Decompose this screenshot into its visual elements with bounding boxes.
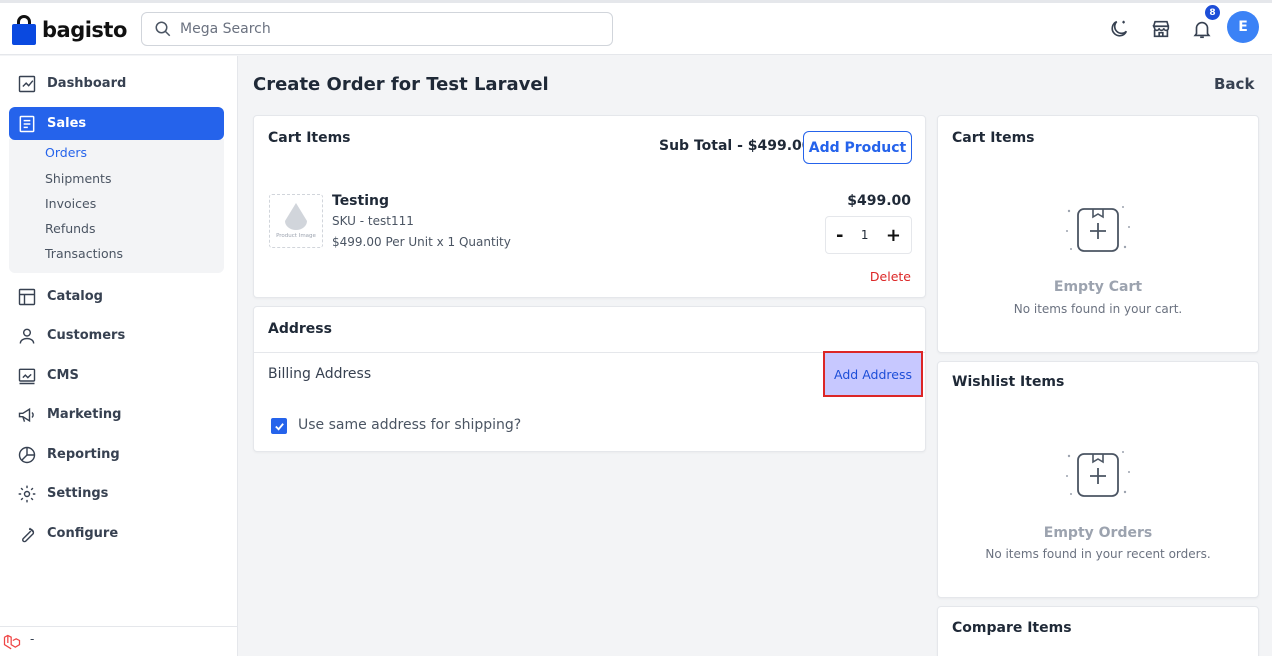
notification-badge: 8 [1204, 4, 1221, 21]
qty-increase-button[interactable]: + [886, 225, 901, 246]
card-title: Cart Items [268, 130, 351, 146]
sidebar-item-reporting[interactable]: Reporting [9, 438, 224, 471]
compare-card: Compare Items [937, 606, 1259, 656]
sidebar-item-label: Settings [47, 486, 109, 501]
search-input[interactable] [180, 21, 580, 37]
checkmark-icon [274, 422, 284, 431]
sidebar-item-label: Marketing [47, 407, 122, 422]
reporting-icon [18, 446, 36, 463]
megaphone-icon [18, 407, 34, 422]
catalog-icon [18, 288, 36, 305]
logo[interactable]: bagisto [12, 13, 127, 47]
subtotal-text: Sub Total - $499.00 [659, 138, 812, 154]
product-unit-text: $499.00 Per Unit x 1 Quantity [332, 235, 511, 249]
quantity-stepper: - 1 + [825, 216, 912, 254]
back-button[interactable]: Back [1214, 75, 1254, 93]
sales-submenu: Orders Shipments Invoices Refunds Transa… [9, 139, 224, 273]
wishlist-card: Wishlist Items Empty Orders No items fou… [937, 361, 1259, 598]
bell-icon[interactable] [1191, 18, 1213, 40]
empty-cart-subtitle: No items found in your cart. [1013, 302, 1183, 316]
storefront-icon[interactable] [1150, 18, 1172, 40]
top-header: bagisto [0, 3, 1272, 55]
sidebar-item-cms[interactable]: CMS [9, 359, 224, 392]
submenu-refunds[interactable]: Refunds [45, 221, 96, 236]
image-placeholder-icon [285, 203, 307, 230]
laravel-icon[interactable] [2, 633, 22, 653]
product-price: $499.00 [847, 193, 911, 209]
sales-icon [19, 115, 35, 132]
same-address-checkbox[interactable] [271, 418, 287, 434]
submenu-shipments[interactable]: Shipments [45, 171, 111, 186]
cart-items-card: Cart Items Sub Total - $499.00 Add Produ… [253, 115, 926, 298]
sidebar-item-marketing[interactable]: Marketing [9, 398, 224, 431]
product-sku: SKU - test111 [332, 214, 414, 228]
card-title: Address [268, 321, 332, 337]
submenu-orders[interactable]: Orders [45, 145, 87, 160]
submenu-transactions[interactable]: Transactions [45, 246, 123, 261]
customers-icon [19, 328, 35, 344]
sidebar-footer: - [0, 626, 237, 656]
cms-icon [18, 368, 36, 384]
sidebar-item-label: Configure [47, 526, 119, 541]
sidebar-item-settings[interactable]: Settings [9, 477, 224, 510]
empty-cart-icon [1066, 206, 1130, 252]
qty-value: 1 [860, 228, 869, 242]
search-icon [155, 21, 171, 37]
card-title: Wishlist Items [952, 374, 1065, 390]
page-title: Create Order for Test Laravel [253, 74, 549, 95]
sidebar-item-label: Reporting [47, 447, 120, 462]
sidebar-item-dashboard[interactable]: Dashboard [9, 67, 224, 100]
add-address-button[interactable]: Add Address [823, 351, 923, 397]
image-placeholder-label: Product Image [276, 233, 316, 239]
sidebar-item-label: Customers [47, 328, 126, 343]
mega-search[interactable] [141, 12, 613, 46]
logo-text: bagisto [42, 18, 127, 42]
sidebar-item-label: Sales [47, 116, 87, 131]
product-image-placeholder: Product Image [269, 194, 323, 248]
card-title: Cart Items [952, 130, 1035, 146]
card-title: Compare Items [952, 620, 1072, 636]
submenu-invoices[interactable]: Invoices [45, 196, 96, 211]
collapse-toggle[interactable]: - [30, 632, 34, 646]
product-name: Testing [332, 193, 389, 209]
empty-orders-title: Empty Orders [1043, 525, 1153, 541]
empty-wishlist-icon [1066, 451, 1130, 497]
user-avatar[interactable]: E [1227, 11, 1259, 43]
gear-icon [18, 485, 36, 502]
sidebar-item-configure[interactable]: Configure [9, 517, 224, 550]
sidebar-item-catalog[interactable]: Catalog [9, 280, 224, 313]
qty-decrease-button[interactable]: - [836, 225, 843, 246]
same-address-label[interactable]: Use same address for shipping? [298, 417, 521, 433]
bag-logo-icon [12, 15, 36, 45]
delete-item-button[interactable]: Delete [870, 269, 911, 284]
sidebar-item-sales[interactable]: Sales [9, 107, 224, 140]
dark-mode-icon[interactable] [1108, 18, 1130, 40]
sidebar: Dashboard Orders Shipments Invoices Refu… [0, 56, 238, 656]
add-product-button[interactable]: Add Product [803, 131, 912, 164]
wrench-icon [22, 527, 35, 542]
sidebar-item-label: Catalog [47, 289, 103, 304]
empty-cart-title: Empty Cart [1053, 279, 1143, 295]
sidebar-item-customers[interactable]: Customers [9, 319, 224, 352]
dashboard-icon [18, 75, 36, 92]
billing-address-label: Billing Address [268, 366, 372, 382]
sidebar-item-label: CMS [47, 368, 79, 383]
empty-orders-subtitle: No items found in your recent orders. [985, 547, 1211, 561]
right-cart-card: Cart Items Empty Cart No items found in … [937, 115, 1259, 353]
address-card: Address Billing Address Add Address Use … [253, 306, 926, 452]
sidebar-item-label: Dashboard [47, 76, 127, 91]
